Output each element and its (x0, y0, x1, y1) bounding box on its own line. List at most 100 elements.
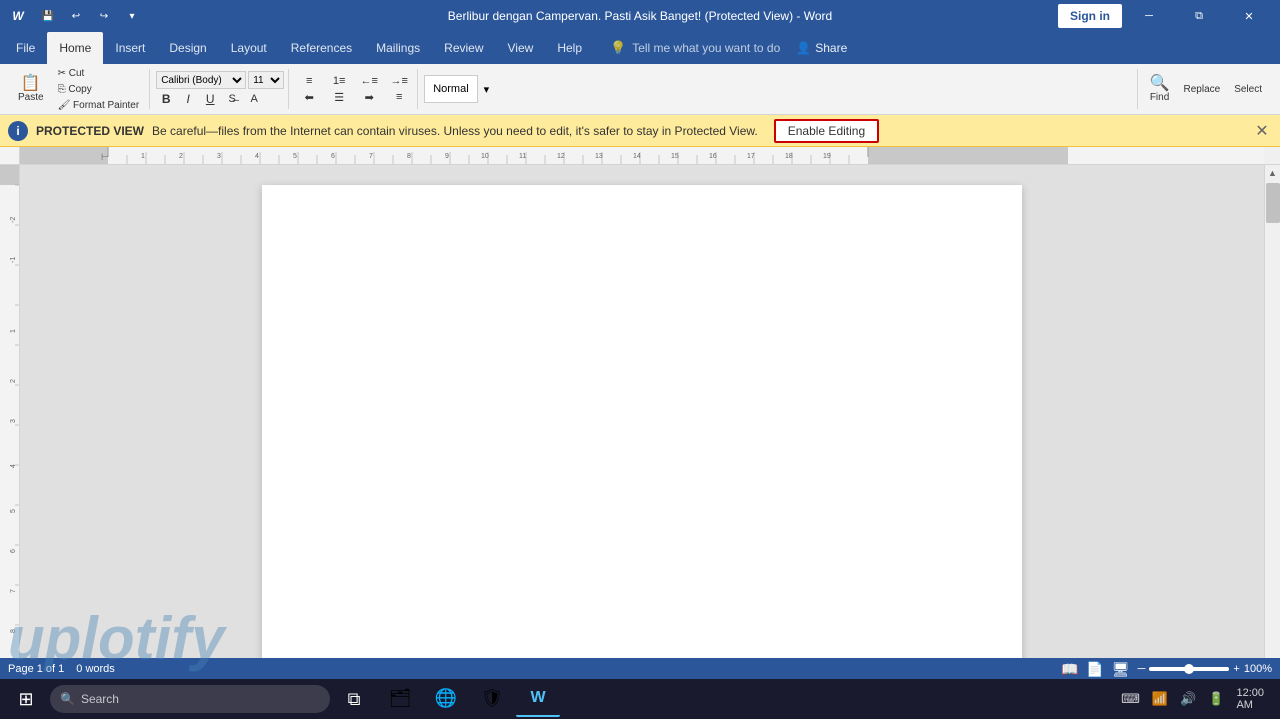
font-group: Calibri (Body) 11 B I U S̶ A (152, 69, 289, 109)
indent-decrease-button[interactable]: ←≡ (355, 74, 383, 88)
close-button[interactable]: ✕ (1226, 0, 1272, 32)
bold-button[interactable]: B (156, 91, 176, 107)
paste-button[interactable]: 📋 Paste (12, 74, 50, 105)
editing-group: 🔍 Find Replace Select (1140, 69, 1272, 109)
zoom-slider[interactable]: ─ + 100% (1138, 663, 1272, 675)
start-button[interactable]: ⊞ (4, 681, 48, 717)
italic-button[interactable]: I (178, 91, 198, 107)
scroll-up-button[interactable]: ▲ (1265, 165, 1280, 181)
zoom-minus-button[interactable]: ─ (1138, 663, 1146, 675)
tab-file[interactable]: File (4, 32, 47, 64)
replace-button[interactable]: Replace (1178, 82, 1227, 97)
taskbar-edge[interactable]: 🌐 (424, 681, 468, 717)
taskbar: ⊞ 🔍 Search ⧉ 🗂 🌐 🛡 W ⌨ 📶 🔊 🔋 12:00AM (0, 679, 1280, 719)
ruler-margin-left (0, 147, 20, 164)
share-button[interactable]: 👤 Share (788, 41, 855, 55)
customize-qat-button[interactable]: ▾ (120, 4, 144, 28)
tray-keyboard-icon[interactable]: ⌨ (1117, 689, 1144, 709)
protected-view-icon: i (8, 121, 28, 141)
taskbar-search[interactable]: 🔍 Search (50, 685, 330, 713)
tray-battery-icon[interactable]: 🔋 (1204, 689, 1228, 709)
tab-help[interactable]: Help (545, 32, 594, 64)
zoom-thumb[interactable] (1184, 664, 1194, 674)
clipboard-group: 📋 Paste ✂ Cut ⎘ Copy 🖌 Format Painter (8, 69, 150, 109)
tab-view[interactable]: View (496, 32, 546, 64)
numbering-button[interactable]: 1≡ (325, 74, 353, 88)
select-button[interactable]: Select (1228, 82, 1268, 97)
protected-view-close-button[interactable]: ✕ (1252, 121, 1272, 141)
align-right-button[interactable]: ➡ (355, 90, 383, 105)
tab-review[interactable]: Review (432, 32, 495, 64)
sign-in-button[interactable]: Sign in (1058, 4, 1122, 28)
task-view-button[interactable]: ⧉ (332, 681, 376, 717)
enable-editing-button[interactable]: Enable Editing (774, 119, 879, 143)
strikethrough-button[interactable]: S̶ (222, 92, 242, 106)
tray-network-icon[interactable]: 📶 (1148, 689, 1172, 709)
svg-text:6: 6 (331, 153, 335, 160)
font-family-select[interactable]: Calibri (Body) (156, 71, 246, 89)
title-bar-left: W 💾 ↩ ↪ ▾ (8, 4, 144, 28)
tab-insert[interactable]: Insert (103, 32, 157, 64)
paragraph-group: ≡ 1≡ ←≡ →≡ ⬅ ☰ ➡ ≡ (291, 69, 418, 109)
print-layout-button[interactable]: 📄 (1086, 661, 1103, 678)
page-count[interactable]: Page 1 of 1 (8, 663, 64, 675)
svg-text:-1: -1 (10, 257, 17, 263)
svg-text:10: 10 (481, 153, 489, 160)
svg-text:2: 2 (10, 379, 17, 383)
styles-gallery[interactable]: Normal (424, 75, 477, 103)
redo-qat-button[interactable]: ↪ (92, 4, 116, 28)
title-bar: W 💾 ↩ ↪ ▾ Berlibur dengan Campervan. Pas… (0, 0, 1280, 32)
copy-button[interactable]: ⎘ Copy (52, 82, 146, 97)
font-size-select[interactable]: 11 (248, 71, 284, 89)
underline-button[interactable]: U (200, 91, 220, 107)
svg-text:12: 12 (557, 153, 565, 160)
align-center-button[interactable]: ☰ (325, 90, 353, 105)
tab-home[interactable]: Home (47, 32, 103, 64)
scroll-thumb[interactable] (1266, 183, 1280, 223)
bullets-button[interactable]: ≡ (295, 74, 323, 88)
taskbar-word[interactable]: W (516, 681, 560, 717)
web-layout-button[interactable]: 🖥 (1112, 661, 1130, 678)
styles-more-button[interactable]: ▾ (480, 81, 494, 98)
undo-qat-button[interactable]: ↩ (64, 4, 88, 28)
justify-button[interactable]: ≡ (385, 90, 413, 105)
taskbar-file-explorer[interactable]: 🗂 (378, 681, 422, 717)
svg-text:15: 15 (671, 153, 679, 160)
find-icon: 🔍 (1150, 76, 1170, 92)
word-count[interactable]: 0 words (76, 663, 115, 675)
find-button[interactable]: 🔍 Find (1144, 74, 1176, 105)
tab-layout[interactable]: Layout (219, 32, 279, 64)
font-color-button[interactable]: A (244, 92, 264, 106)
svg-text:-2: -2 (10, 217, 17, 223)
ribbon-search-label: Tell me what you want to do (632, 41, 780, 55)
zoom-track[interactable] (1149, 667, 1229, 671)
format-painter-button[interactable]: 🖌 Format Painter (52, 98, 146, 113)
title-bar-right: Sign in ─ ⧉ ✕ (1058, 0, 1272, 32)
indent-increase-button[interactable]: →≡ (385, 74, 413, 88)
ribbon-search-area[interactable]: 💡 Tell me what you want to do (610, 40, 780, 56)
svg-text:1: 1 (141, 153, 145, 160)
svg-text:14: 14 (633, 153, 641, 160)
tab-references[interactable]: References (279, 32, 364, 64)
main-area: -2 -1 1 2 3 4 5 6 7 8 (0, 165, 1280, 658)
protected-view-message: Be careful—files from the Internet can c… (152, 124, 758, 138)
svg-text:7: 7 (10, 589, 17, 593)
align-left-button[interactable]: ⬅ (295, 90, 323, 105)
read-mode-button[interactable]: 📖 (1061, 661, 1078, 678)
vertical-scrollbar[interactable]: ▲ (1264, 165, 1280, 658)
svg-text:3: 3 (10, 419, 17, 423)
tray-volume-icon[interactable]: 🔊 (1176, 689, 1200, 709)
protected-view-bar: i PROTECTED VIEW Be careful—files from t… (0, 115, 1280, 147)
restore-button[interactable]: ⧉ (1176, 0, 1222, 32)
tab-design[interactable]: Design (157, 32, 218, 64)
share-label: Share (815, 41, 847, 55)
cut-button[interactable]: ✂ Cut (52, 66, 146, 81)
minimize-button[interactable]: ─ (1126, 0, 1172, 32)
taskbar-tray: ⌨ 📶 🔊 🔋 12:00AM (1109, 685, 1276, 713)
tab-mailings[interactable]: Mailings (364, 32, 432, 64)
save-qat-button[interactable]: 💾 (36, 4, 60, 28)
zoom-plus-button[interactable]: + (1233, 663, 1239, 675)
share-icon: 👤 (796, 41, 811, 55)
tray-time[interactable]: 12:00AM (1232, 685, 1268, 713)
taskbar-security[interactable]: 🛡 (470, 681, 514, 717)
